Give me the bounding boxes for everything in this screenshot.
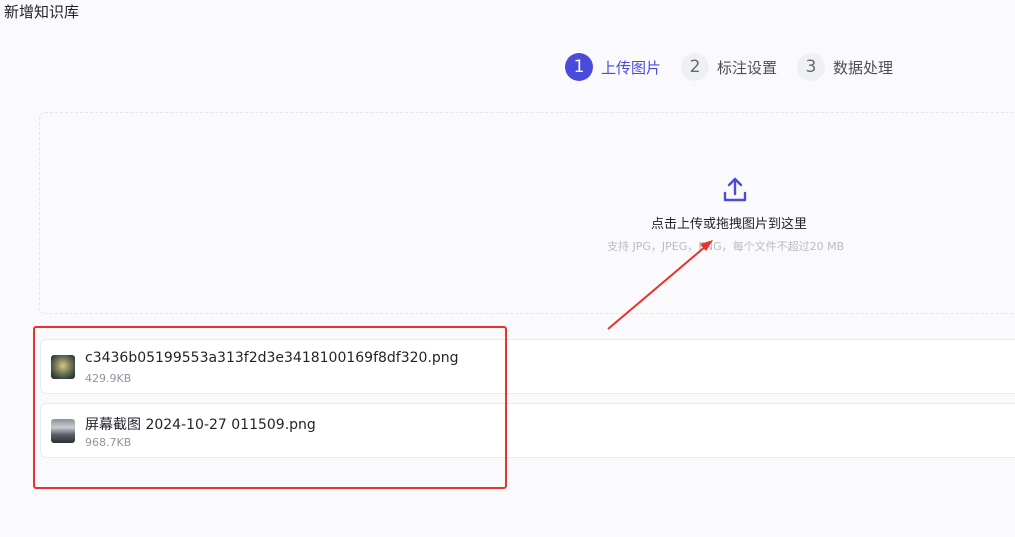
step-number: 2 xyxy=(681,53,710,81)
annotation-highlight-box xyxy=(33,326,507,489)
step-label: 上传图片 xyxy=(601,58,662,77)
step-label: 数据处理 xyxy=(833,58,894,77)
upload-dropzone[interactable] xyxy=(39,112,1015,314)
upload-icon[interactable] xyxy=(722,176,748,204)
step-number: 3 xyxy=(797,53,826,81)
step-upload[interactable]: 1 上传图片 xyxy=(565,53,661,81)
upload-prompt[interactable]: 点击上传或拖拽图片到这里 xyxy=(651,213,807,232)
step-data-processing[interactable]: 3 数据处理 xyxy=(797,53,893,81)
step-number: 1 xyxy=(565,53,593,81)
steps-indicator: 1 上传图片 2 标注设置 3 数据处理 xyxy=(565,53,913,81)
step-label: 标注设置 xyxy=(717,58,778,77)
page-title: 新增知识库 xyxy=(4,3,80,21)
step-annotation-settings[interactable]: 2 标注设置 xyxy=(681,53,777,81)
upload-hint: 支持 JPG，JPEG，PNG，每个文件不超过20 MB xyxy=(607,240,845,253)
